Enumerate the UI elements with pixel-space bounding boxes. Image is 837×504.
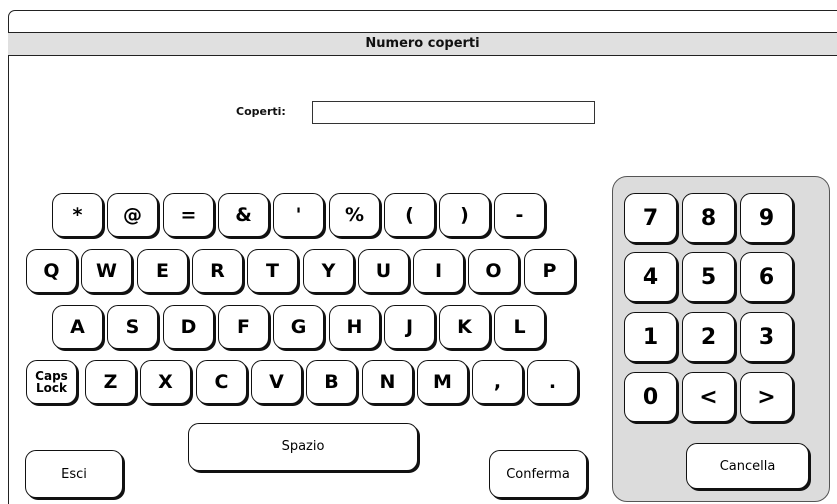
letter-key[interactable]: G bbox=[273, 305, 324, 349]
numpad-key[interactable]: 8 bbox=[682, 193, 735, 243]
exit-button[interactable]: Esci bbox=[25, 450, 123, 498]
symbol-key[interactable]: @ bbox=[107, 193, 158, 237]
space-key[interactable]: Spazio bbox=[188, 423, 418, 471]
letter-key[interactable]: I bbox=[413, 249, 464, 293]
letter-key[interactable]: R bbox=[192, 249, 243, 293]
dialog-title: Numero coperti bbox=[8, 32, 837, 56]
letter-key[interactable]: V bbox=[251, 360, 302, 404]
letter-key[interactable]: K bbox=[439, 305, 490, 349]
symbol-key[interactable]: - bbox=[494, 193, 545, 237]
letter-key[interactable]: X bbox=[140, 360, 191, 404]
letter-key[interactable]: H bbox=[329, 305, 380, 349]
letter-key[interactable]: Z bbox=[85, 360, 136, 404]
coperti-label: Coperti: bbox=[236, 105, 286, 118]
letter-key[interactable]: J bbox=[384, 305, 435, 349]
letter-key[interactable]: N bbox=[362, 360, 413, 404]
letter-key[interactable]: A bbox=[52, 305, 103, 349]
numpad-key[interactable]: 3 bbox=[740, 312, 793, 362]
numpad-key[interactable]: 1 bbox=[624, 312, 677, 362]
letter-key[interactable]: . bbox=[527, 360, 578, 404]
numpad-key[interactable]: > bbox=[740, 372, 793, 422]
numpad-key[interactable]: 5 bbox=[682, 252, 735, 302]
letter-key[interactable]: U bbox=[358, 249, 409, 293]
symbol-key[interactable]: ) bbox=[439, 193, 490, 237]
numpad-key[interactable]: 2 bbox=[682, 312, 735, 362]
numpad-key[interactable]: 4 bbox=[624, 252, 677, 302]
symbol-key[interactable]: & bbox=[218, 193, 269, 237]
confirm-button[interactable]: Conferma bbox=[489, 450, 587, 498]
numpad-key[interactable]: < bbox=[682, 372, 735, 422]
letter-key[interactable]: W bbox=[81, 249, 132, 293]
symbol-key[interactable]: * bbox=[52, 193, 103, 237]
letter-key[interactable]: F bbox=[218, 305, 269, 349]
numpad-key[interactable]: 6 bbox=[740, 252, 793, 302]
letter-key[interactable]: T bbox=[247, 249, 298, 293]
numpad-key[interactable]: 9 bbox=[740, 193, 793, 243]
letter-key[interactable]: , bbox=[472, 360, 523, 404]
symbol-key[interactable]: ' bbox=[273, 193, 324, 237]
letter-key[interactable]: E bbox=[137, 249, 188, 293]
letter-key[interactable]: Q bbox=[26, 249, 77, 293]
letter-key[interactable]: O bbox=[468, 249, 519, 293]
numpad-key[interactable]: 0 bbox=[624, 372, 677, 422]
letter-key[interactable]: D bbox=[163, 305, 214, 349]
symbol-key[interactable]: = bbox=[163, 193, 214, 237]
symbol-key[interactable]: % bbox=[329, 193, 380, 237]
coperti-input[interactable] bbox=[312, 101, 595, 124]
symbol-key[interactable]: ( bbox=[384, 193, 435, 237]
caps-lock-key[interactable]: Caps Lock bbox=[26, 360, 77, 404]
numpad-key[interactable]: 7 bbox=[624, 193, 677, 243]
letter-key[interactable]: P bbox=[524, 249, 575, 293]
letter-key[interactable]: S bbox=[107, 305, 158, 349]
letter-key[interactable]: M bbox=[417, 360, 468, 404]
clear-button[interactable]: Cancella bbox=[686, 443, 809, 489]
letter-key[interactable]: Y bbox=[303, 249, 354, 293]
letter-key[interactable]: C bbox=[196, 360, 247, 404]
letter-key[interactable]: B bbox=[306, 360, 357, 404]
letter-key[interactable]: L bbox=[494, 305, 545, 349]
